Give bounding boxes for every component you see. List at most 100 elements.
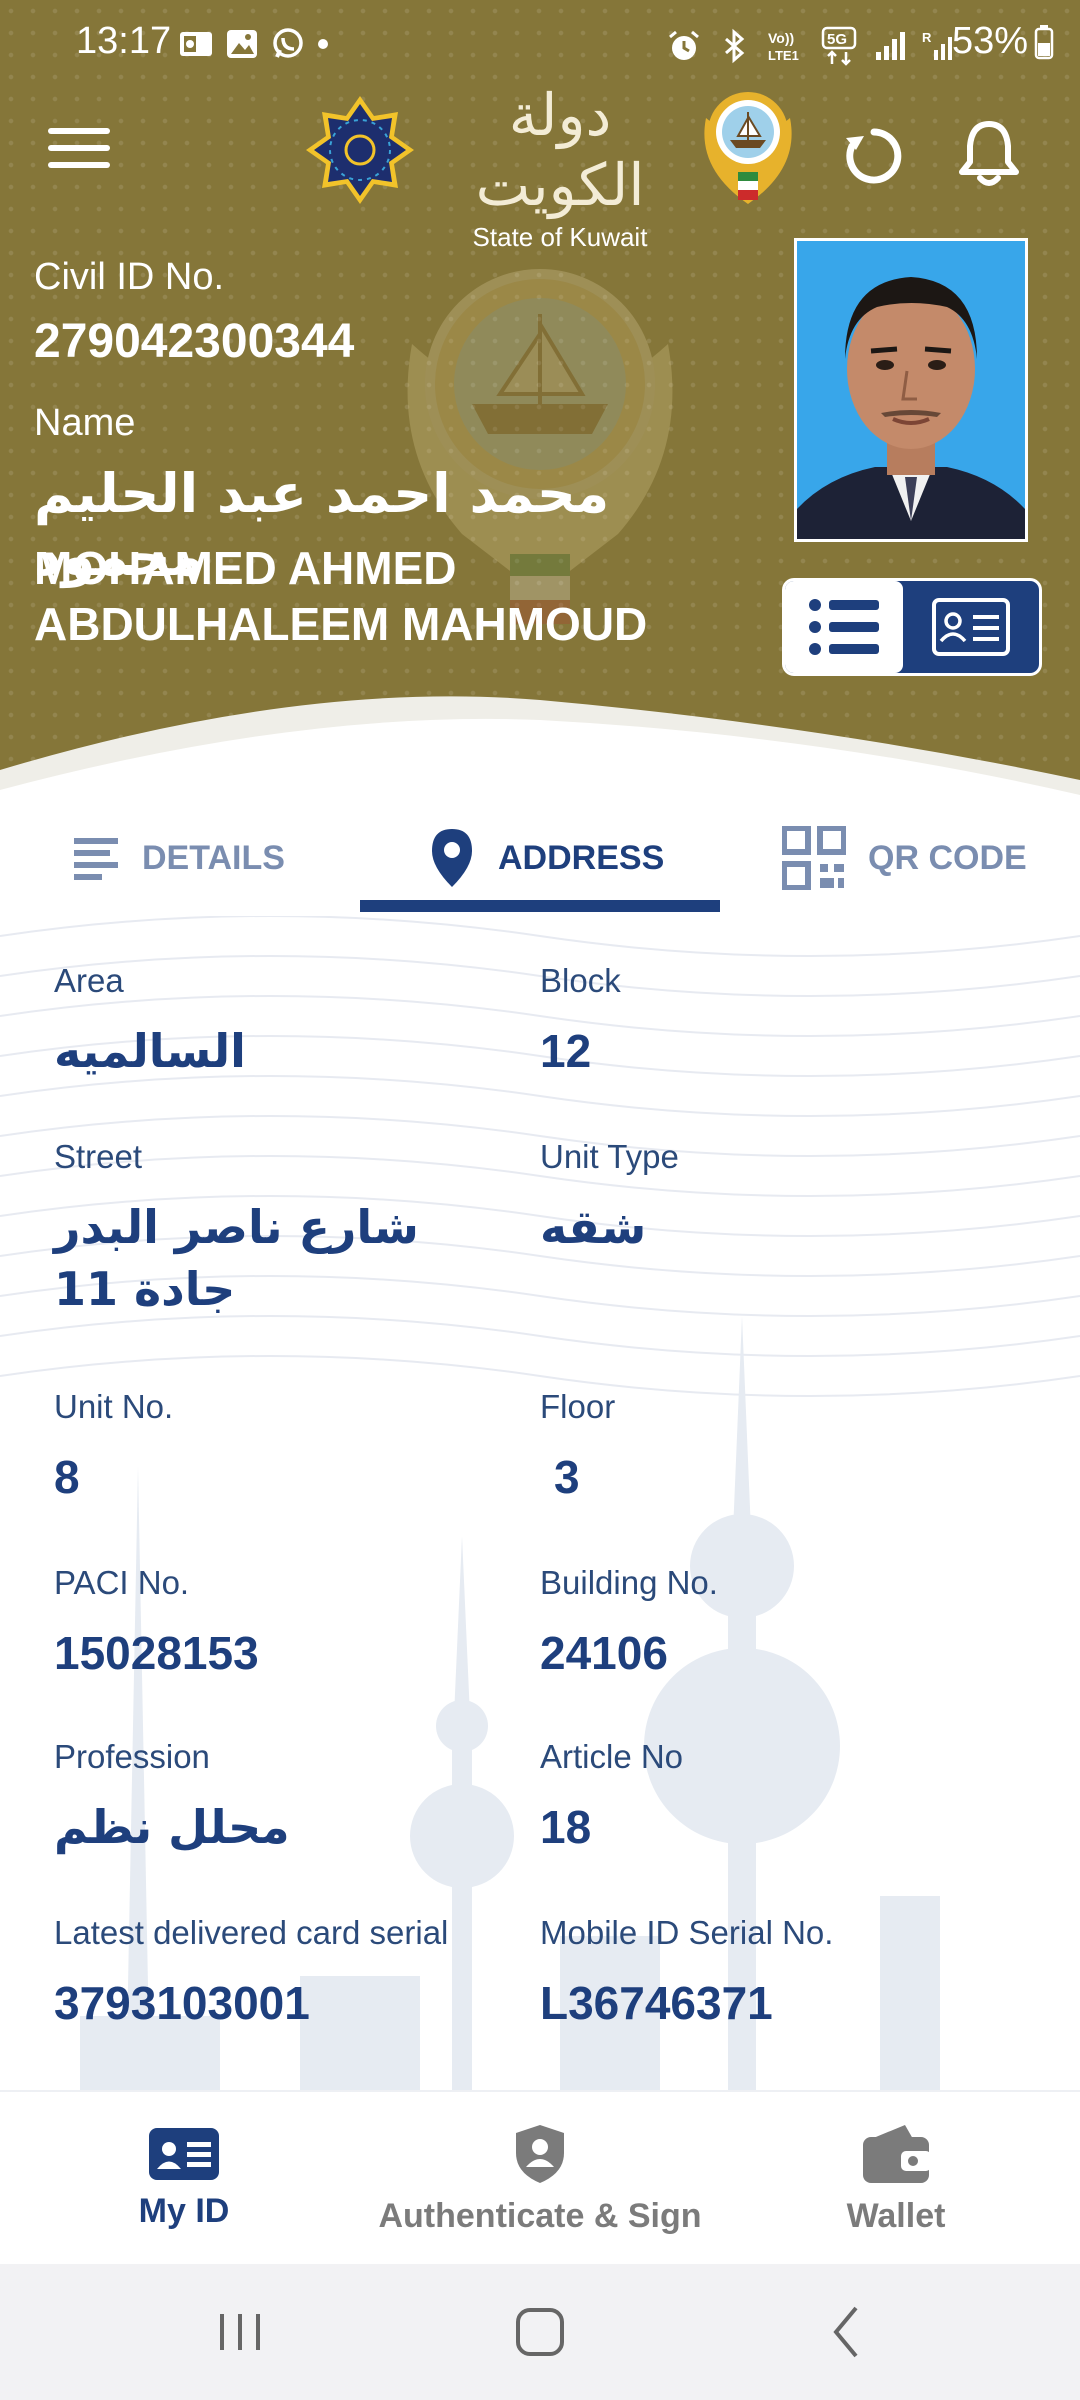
state-of-kuwait-logo: دولة الكويت State of Kuwait: [440, 80, 680, 254]
unit-no-label: Unit No.: [54, 1388, 174, 1425]
alarm-icon: [669, 30, 699, 60]
hamburger-icon: [48, 128, 110, 134]
battery-icon: [1034, 24, 1054, 59]
floor-value: 3: [554, 1451, 580, 1503]
article-no-value: 18: [540, 1801, 592, 1853]
logo-arabic-text: دولة الكويت: [475, 81, 645, 219]
location-pin-icon: [432, 829, 472, 887]
field-unit-no: Unit No. 8: [54, 1388, 173, 1508]
header-curve: [0, 696, 1080, 800]
address-panel: Area السالميه Block 12 Street شارع ناصر …: [0, 916, 1080, 2090]
bluetooth-icon: [725, 28, 745, 64]
field-profession: Profession محلل نظم: [54, 1738, 290, 1858]
svg-text:R: R: [922, 30, 932, 45]
nav-my-id-label: My ID: [138, 2191, 230, 2230]
building-no-value: 24106: [540, 1627, 668, 1679]
street-value: شارع ناصر البدر جادة 11: [54, 1200, 419, 1316]
nav-authenticate-sign[interactable]: Authenticate & Sign: [360, 2092, 720, 2266]
svg-text:LTE1: LTE1: [768, 48, 799, 63]
profession-value: محلل نظم: [54, 1800, 290, 1854]
area-label: Area: [54, 962, 124, 999]
battery-indicator: 53%: [952, 20, 1054, 63]
mobile-id-serial-label: Mobile ID Serial No.: [540, 1914, 834, 1951]
tab-qr-code[interactable]: QR CODE: [782, 800, 1027, 916]
field-building-no: Building No. 24106: [540, 1564, 718, 1684]
id-card-icon: [149, 2127, 219, 2180]
list-icon: [809, 599, 879, 655]
list-view-button[interactable]: [785, 581, 903, 673]
tab-details[interactable]: DETAILS: [74, 800, 285, 916]
tab-address-label: ADDRESS: [498, 838, 665, 877]
list-lines-icon: [74, 838, 118, 880]
nav-wallet[interactable]: Wallet: [796, 2092, 996, 2266]
paci-star-logo: [306, 96, 414, 204]
recent-apps-button[interactable]: [216, 2302, 264, 2362]
bottom-navigation: My ID Authenticate & Sign Wallet: [0, 2090, 1080, 2264]
civil-id-value: 279042300344: [34, 315, 355, 368]
card-serial-label: Latest delivered card serial: [54, 1914, 449, 1951]
tab-qr-code-label: QR CODE: [868, 838, 1027, 877]
wallet-icon: [863, 2124, 931, 2183]
floor-label: Floor: [540, 1388, 616, 1425]
shield-user-icon: [516, 2124, 564, 2183]
name-label: Name: [34, 402, 136, 444]
street-label: Street: [54, 1138, 143, 1175]
field-block: Block 12: [540, 962, 621, 1082]
id-card-header: 13:17 Vo)) LTE1 5G R 53% دولة الكويت Sta…: [0, 0, 1080, 800]
nav-my-id[interactable]: My ID: [84, 2092, 284, 2266]
qr-code-icon: [782, 826, 846, 890]
card-view-toggle: [782, 578, 1042, 676]
signal-icon: [876, 32, 905, 60]
field-paci-no: PACI No. 15028153: [54, 1564, 259, 1684]
unit-type-value: شقه: [540, 1200, 647, 1254]
civil-id-label: Civil ID No.: [34, 256, 225, 298]
mobile-id-serial-value: L36746371: [540, 1977, 773, 2029]
paci-no-value: 15028153: [54, 1627, 259, 1679]
battery-percent: 53%: [951, 20, 1028, 62]
card-view-button[interactable]: [903, 581, 1039, 673]
field-area: Area السالميه: [54, 962, 246, 1082]
field-floor: Floor 3: [540, 1388, 615, 1508]
status-bar: 13:17 Vo)) LTE1 5G R 53%: [0, 0, 1080, 90]
field-article-no: Article No 18: [540, 1738, 683, 1858]
active-tab-indicator: [360, 900, 720, 912]
volte-icon: Vo)) LTE1: [768, 30, 799, 63]
paci-no-label: PACI No.: [54, 1564, 190, 1601]
person-portrait: [797, 241, 1025, 539]
menu-button[interactable]: [48, 128, 110, 178]
card-serial-value: 3793103001: [54, 1977, 310, 2029]
whatsapp-icon: [273, 28, 303, 58]
field-unit-type: Unit Type شقه: [540, 1138, 679, 1258]
field-street: Street شارع ناصر البدر جادة 11: [54, 1138, 534, 1320]
unit-type-label: Unit Type: [540, 1138, 679, 1175]
tab-bar: DETAILS ADDRESS QR CODE: [0, 800, 1080, 916]
kuwait-emblem: [704, 92, 792, 204]
logo-english-text: State of Kuwait: [472, 222, 648, 252]
status-time: 13:17: [76, 20, 172, 62]
id-card-outline-icon: [932, 598, 1010, 656]
svg-text:5G: 5G: [827, 31, 847, 48]
profession-label: Profession: [54, 1738, 210, 1775]
nav-authenticate-sign-label: Authenticate & Sign: [378, 2196, 702, 2235]
outlook-icon: [180, 32, 212, 56]
article-no-label: Article No: [540, 1738, 684, 1775]
dot-icon: [318, 39, 328, 49]
area-value: السالميه: [54, 1024, 246, 1078]
gallery-icon: [227, 30, 257, 58]
holder-photo: [794, 238, 1028, 542]
name-english: MOHAMED AHMED ABDULHALEEM MAHMOUD: [34, 542, 648, 650]
system-navigation-bar: [0, 2264, 1080, 2400]
tab-address[interactable]: ADDRESS: [428, 800, 664, 916]
field-mobile-id-serial: Mobile ID Serial No. L36746371: [540, 1914, 833, 2034]
back-button[interactable]: [826, 2302, 866, 2362]
nav-wallet-label: Wallet: [846, 2196, 946, 2235]
refresh-button[interactable]: [842, 124, 906, 188]
block-label: Block: [540, 962, 621, 999]
status-icons-right: Vo)) LTE1 5G R: [666, 26, 958, 66]
unit-no-value: 8: [54, 1451, 80, 1503]
block-value: 12: [540, 1025, 592, 1077]
home-button[interactable]: [514, 2302, 566, 2362]
svg-text:Vo)): Vo)): [768, 30, 794, 46]
notifications-bell-button[interactable]: [958, 118, 1020, 188]
status-icons-left: [178, 26, 330, 62]
